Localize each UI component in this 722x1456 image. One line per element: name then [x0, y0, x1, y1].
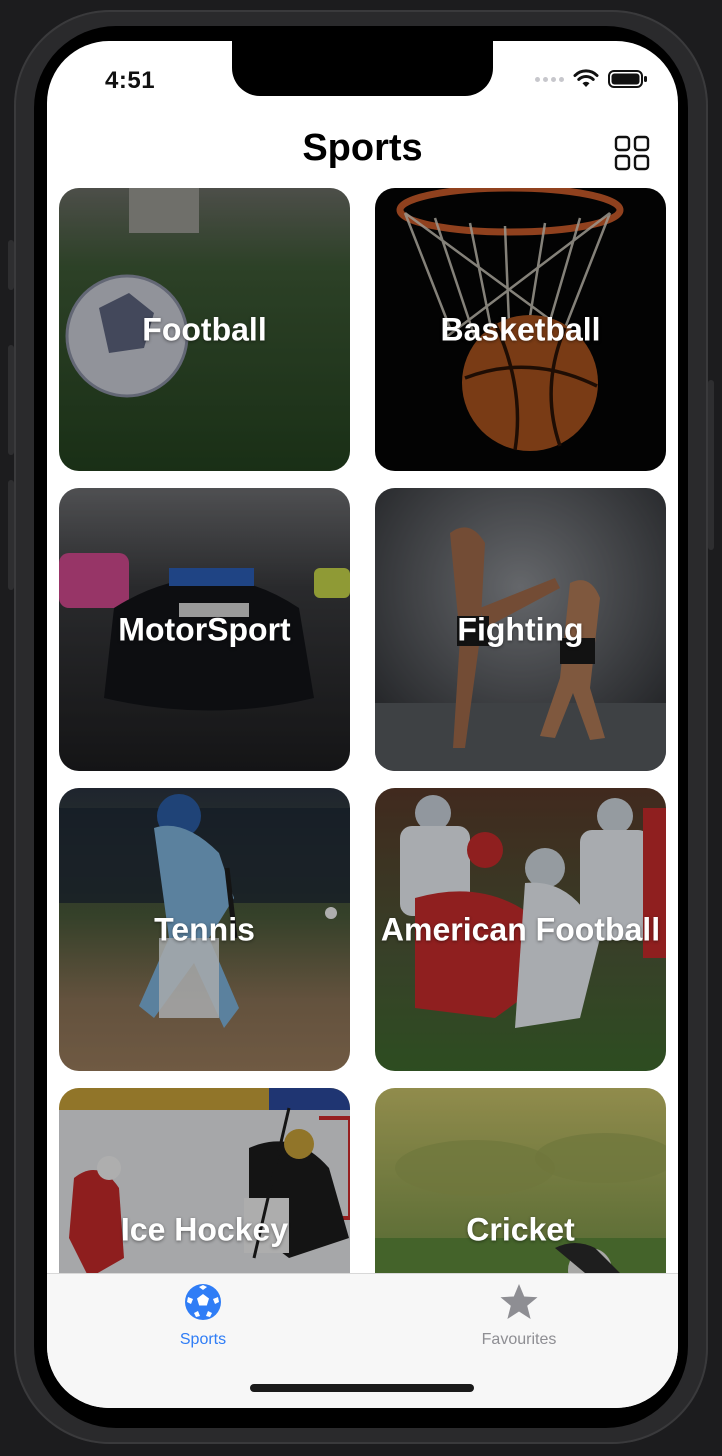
volume-down-button [8, 480, 14, 590]
tab-favourites-label: Favourites [481, 1331, 557, 1348]
sport-card-cricket[interactable]: Cricket [375, 1088, 666, 1274]
card-label: American Football [380, 911, 661, 947]
status-time: 4:51 [105, 67, 156, 94]
home-indicator[interactable] [250, 1384, 474, 1392]
page-title: Sports [302, 127, 423, 169]
card-label: Ice Hockey [120, 1211, 289, 1247]
status-icons [535, 69, 648, 89]
sport-card-motorsport[interactable]: MotorSport [59, 488, 350, 771]
power-button [708, 380, 714, 550]
wifi-icon [573, 69, 599, 87]
sport-card-basketball[interactable]: Basketball [375, 188, 666, 471]
soccer-ball-icon [185, 1284, 221, 1320]
card-label: Fighting [457, 611, 584, 647]
card-label: Basketball [440, 311, 601, 347]
notch [232, 41, 493, 96]
sport-card-ice-hockey[interactable]: Ice Hockey [59, 1088, 350, 1274]
sport-card-tennis[interactable]: Tennis [59, 788, 350, 1071]
sport-card-american-football[interactable]: American Football [375, 788, 666, 1071]
card-label: Cricket [466, 1211, 575, 1247]
tab-sports-label: Sports [179, 1331, 227, 1348]
card-label: Football [142, 311, 267, 347]
grid-icon[interactable] [614, 135, 650, 171]
sport-card-football[interactable]: Football [59, 188, 350, 471]
sport-card-fighting[interactable]: Fighting [375, 488, 666, 771]
battery-icon [608, 70, 647, 88]
app-screen: 4:51 Sports Football Basketball MotorSpo… [47, 41, 678, 1408]
tab-bar: Sports Favourites [47, 1273, 678, 1408]
card-label: Tennis [154, 911, 255, 947]
cellular-dots-icon [535, 76, 564, 82]
silent-switch [8, 240, 14, 290]
tab-sports[interactable]: Sports [133, 1282, 273, 1349]
sports-grid: Football Basketball MotorSport Fighting … [59, 188, 666, 1274]
card-label: MotorSport [118, 611, 291, 647]
star-icon [500, 1284, 538, 1319]
tab-favourites[interactable]: Favourites [449, 1282, 589, 1349]
volume-up-button [8, 345, 14, 455]
